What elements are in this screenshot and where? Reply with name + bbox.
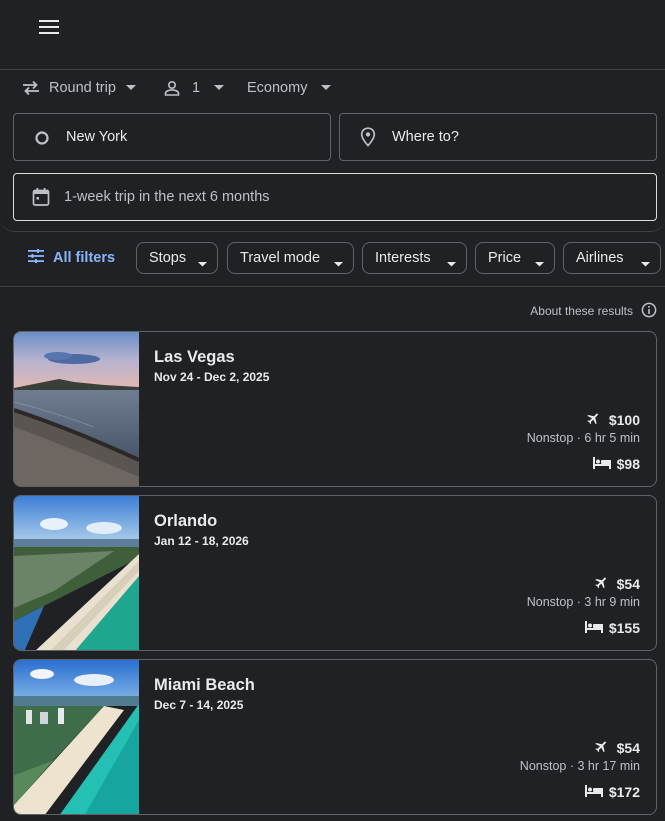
stops-filter-chip[interactable]: Stops bbox=[136, 242, 218, 274]
flight-price-value: $54 bbox=[616, 740, 640, 756]
chevron-down-icon bbox=[321, 85, 332, 91]
destination-name: Miami Beach bbox=[154, 676, 255, 694]
destination-card-orlando[interactable]: Orlando Jan 12 - 18, 2026 $54 Nonstop · … bbox=[13, 495, 657, 651]
flight-price-value: $100 bbox=[608, 412, 640, 428]
trip-options-row: Round trip 1 Economy bbox=[0, 76, 665, 100]
origin-input[interactable]: New York bbox=[13, 113, 331, 161]
trip-type-label: Round trip bbox=[49, 80, 116, 96]
destination-card-las-vegas[interactable]: Las Vegas Nov 24 - Dec 2, 2025 $100 Nons… bbox=[13, 331, 657, 487]
passengers-select[interactable]: 1 bbox=[164, 76, 225, 100]
travel-mode-filter-chip[interactable]: Travel mode bbox=[227, 242, 354, 274]
filters-divider bbox=[0, 286, 665, 287]
calendar-icon bbox=[31, 187, 51, 207]
main-menu-button[interactable] bbox=[30, 13, 68, 45]
hotel-price-value: $172 bbox=[608, 784, 640, 800]
hotel-price: $98 bbox=[592, 456, 640, 472]
orlando-photo bbox=[14, 496, 139, 650]
dates-value: 1-week trip in the next 6 months bbox=[64, 189, 270, 205]
destination-name: Orlando bbox=[154, 512, 218, 530]
passengers-count: 1 bbox=[192, 80, 201, 96]
swap-arrows-icon bbox=[22, 80, 40, 96]
hotel-price: $155 bbox=[584, 620, 640, 636]
chip-label: Stops bbox=[149, 250, 187, 266]
trip-dates: Dec 7 - 14, 2025 bbox=[154, 698, 244, 712]
interests-filter-chip[interactable]: Interests bbox=[362, 242, 467, 274]
location-pin-icon bbox=[358, 127, 378, 147]
chevron-down-icon bbox=[125, 85, 136, 91]
hotel-price-value: $98 bbox=[616, 456, 640, 472]
flight-price: $54 bbox=[594, 575, 640, 593]
dates-input[interactable]: 1-week trip in the next 6 months bbox=[13, 173, 657, 221]
flight-price: $54 bbox=[594, 739, 640, 757]
bed-icon bbox=[584, 620, 603, 636]
about-results-label: About these results bbox=[530, 304, 633, 318]
miami-beach-photo bbox=[14, 660, 139, 814]
airplane-icon bbox=[594, 575, 609, 593]
chevron-down-icon bbox=[535, 255, 544, 271]
chevron-down-icon bbox=[198, 255, 207, 271]
chevron-down-icon bbox=[447, 255, 456, 271]
destination-placeholder: Where to? bbox=[392, 129, 459, 145]
cabin-class-label: Economy bbox=[247, 80, 308, 96]
about-results-link[interactable]: About these results bbox=[530, 301, 657, 321]
cabin-class-select[interactable]: Economy bbox=[247, 76, 332, 100]
chip-label: Price bbox=[488, 250, 522, 266]
airplane-icon bbox=[594, 739, 609, 757]
flight-detail: Nonstop · 3 hr 17 min bbox=[519, 759, 640, 773]
chevron-down-icon bbox=[214, 85, 225, 91]
price-filter-chip[interactable]: Price bbox=[475, 242, 555, 274]
top-app-bar bbox=[0, 0, 665, 70]
filter-chips: Stops Travel mode Interests Price Airlin… bbox=[0, 242, 665, 274]
chevron-down-icon bbox=[334, 255, 343, 271]
trip-dates: Nov 24 - Dec 2, 2025 bbox=[154, 370, 270, 384]
las-vegas-photo bbox=[14, 332, 139, 486]
chip-label: Interests bbox=[375, 250, 431, 266]
hamburger-menu-icon bbox=[39, 19, 59, 39]
flight-detail: Nonstop · 6 hr 5 min bbox=[526, 431, 640, 445]
chip-label: Travel mode bbox=[240, 250, 321, 266]
bed-icon bbox=[592, 456, 611, 472]
bed-icon bbox=[584, 784, 603, 800]
flight-price: $100 bbox=[586, 411, 640, 429]
flight-detail: Nonstop · 3 hr 9 min bbox=[526, 595, 640, 609]
airplane-icon bbox=[586, 411, 601, 429]
airlines-filter-chip[interactable]: Airlines bbox=[563, 242, 661, 274]
person-icon bbox=[164, 80, 180, 96]
destination-card-miami-beach[interactable]: Miami Beach Dec 7 - 14, 2025 $54 Nonstop… bbox=[13, 659, 657, 815]
hotel-price-value: $155 bbox=[608, 620, 640, 636]
flight-price-value: $54 bbox=[616, 576, 640, 592]
hotel-price: $172 bbox=[584, 784, 640, 800]
trip-type-select[interactable]: Round trip bbox=[22, 76, 136, 100]
origin-circle-icon bbox=[32, 128, 52, 148]
destination-input[interactable]: Where to? bbox=[339, 113, 657, 161]
info-icon bbox=[641, 302, 657, 321]
origin-value: New York bbox=[66, 129, 128, 145]
trip-dates: Jan 12 - 18, 2026 bbox=[154, 534, 249, 548]
chevron-down-icon bbox=[641, 255, 650, 271]
chip-label: Airlines bbox=[576, 250, 624, 266]
destination-name: Las Vegas bbox=[154, 348, 235, 366]
